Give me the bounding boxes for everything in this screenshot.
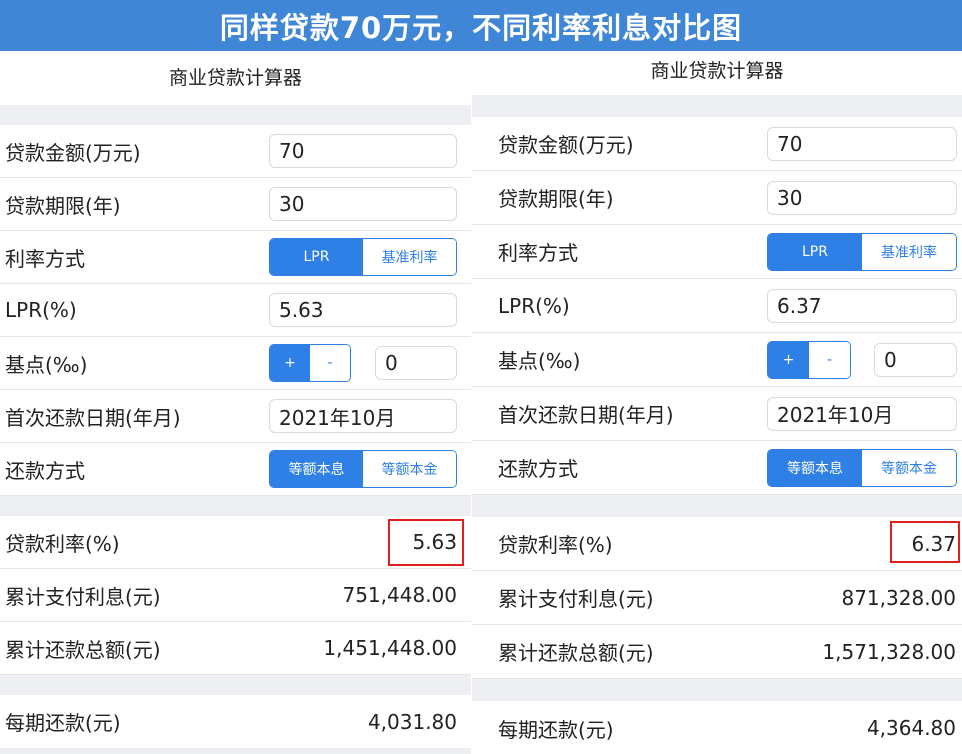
total-interest-row: 累计支付利息(元) 871,328.00	[472, 571, 962, 625]
rate-mode-lpr-option[interactable]: LPR	[270, 239, 363, 275]
calculator-title: 商业贷款计算器	[168, 67, 302, 89]
monthly-payment-row: 每期还款(元) 4,364.80	[472, 701, 962, 754]
result-rate-row: 贷款利率(%) 6.37	[472, 517, 962, 571]
result-rate-label: 贷款利率(%)	[5, 531, 120, 556]
loan-amount-label: 贷款金额(万元)	[5, 140, 141, 165]
calculator-title: 商业贷款计算器	[650, 60, 784, 82]
repay-method-row: 还款方式 等额本息 等额本金	[0, 443, 471, 496]
total-repayment-value: 1,571,328.00	[822, 639, 956, 664]
lpr-label: LPR(%)	[5, 298, 77, 322]
basis-points-input[interactable]: 0	[874, 342, 957, 377]
first-payment-label: 首次还款日期(年月)	[5, 405, 181, 430]
first-payment-row: 首次还款日期(年月) 2021年10月	[0, 390, 471, 443]
loan-term-input[interactable]: 30	[269, 187, 457, 221]
loan-amount-row: 贷款金额(万元) 70	[472, 117, 962, 171]
increment-button[interactable]: +	[270, 345, 310, 381]
repay-method-row: 还款方式 等额本息 等额本金	[472, 441, 962, 495]
first-payment-row: 首次还款日期(年月) 2021年10月	[472, 387, 962, 441]
rate-mode-toggle: LPR 基准利率	[269, 238, 457, 276]
lpr-input[interactable]: 5.63	[269, 293, 457, 327]
first-payment-label: 首次还款日期(年月)	[498, 403, 674, 427]
total-interest-label: 累计支付利息(元)	[5, 584, 161, 609]
total-interest-value: 871,328.00	[841, 585, 956, 610]
monthly-payment-label: 每期还款(元)	[5, 711, 121, 735]
total-repayment-value: 1,451,448.00	[323, 636, 457, 660]
calculator-panel-left: 商业贷款计算器 贷款金额(万元) 70 贷款期限(年) 30 利率方式 LPR …	[0, 51, 471, 754]
result-rate-row: 贷款利率(%) 5.63	[0, 516, 471, 569]
decrement-button[interactable]: -	[310, 345, 350, 381]
total-repayment-label: 累计还款总额(元)	[5, 637, 161, 662]
section-gap	[0, 675, 471, 695]
basis-points-row: 基点(‰) + - 0	[0, 337, 471, 390]
repay-method-toggle: 等额本息 等额本金	[767, 448, 957, 487]
rate-mode-toggle: LPR 基准利率	[767, 232, 957, 271]
basis-points-stepper: + -	[767, 340, 851, 379]
basis-points-input[interactable]: 0	[375, 346, 457, 380]
rate-mode-benchmark-option[interactable]: 基准利率	[363, 239, 456, 275]
rate-mode-row: 利率方式 LPR 基准利率	[0, 231, 471, 284]
loan-amount-input[interactable]: 70	[269, 134, 457, 168]
loan-term-row: 贷款期限(年) 30	[472, 171, 962, 225]
basis-points-row: 基点(‰) + - 0	[472, 333, 962, 387]
repay-method-label: 还款方式	[498, 457, 578, 481]
highlight-box	[890, 521, 960, 563]
repay-method-equal-principal-option[interactable]: 等额本金	[862, 449, 956, 486]
rate-mode-lpr-option[interactable]: LPR	[768, 233, 862, 270]
total-interest-value: 751,448.00	[342, 583, 457, 607]
repay-method-equal-installment-option[interactable]: 等额本息	[270, 451, 363, 487]
monthly-payment-value: 4,364.80	[866, 716, 956, 740]
lpr-row: LPR(%) 5.63	[0, 284, 471, 337]
total-interest-row: 累计支付利息(元) 751,448.00	[0, 569, 471, 622]
loan-amount-label: 贷款金额(万元)	[498, 133, 634, 157]
comparison-title-banner: 同样贷款70万元，不同利率利息对比图	[0, 0, 962, 51]
lpr-input[interactable]: 6.37	[767, 288, 957, 323]
comparison-title: 同样贷款70万元，不同利率利息对比图	[219, 10, 743, 45]
total-repayment-label: 累计还款总额(元)	[498, 641, 654, 665]
rate-mode-row: 利率方式 LPR 基准利率	[472, 225, 962, 279]
basis-points-label: 基点(‰)	[5, 352, 88, 377]
monthly-payment-row: 每期还款(元) 4,031.80	[0, 695, 471, 748]
rate-mode-label: 利率方式	[498, 241, 578, 265]
lpr-label: LPR(%)	[498, 293, 570, 318]
total-repayment-row: 累计还款总额(元) 1,451,448.00	[0, 622, 471, 675]
repay-method-equal-principal-option[interactable]: 等额本金	[363, 451, 456, 487]
section-gap	[472, 95, 962, 117]
section-gap	[0, 496, 471, 516]
repay-method-toggle: 等额本息 等额本金	[269, 450, 457, 488]
monthly-payment-value: 4,031.80	[367, 709, 457, 734]
section-gap	[0, 105, 471, 125]
section-gap	[0, 748, 471, 754]
loan-amount-input[interactable]: 70	[767, 126, 957, 161]
loan-amount-row: 贷款金额(万元) 70	[0, 125, 471, 178]
monthly-payment-label: 每期还款(元)	[498, 717, 614, 742]
calculator-panel-right: 商业贷款计算器 贷款金额(万元) 70 贷款期限(年) 30 利率方式 LPR …	[472, 51, 962, 754]
loan-term-input[interactable]: 30	[767, 180, 957, 215]
loan-term-label: 贷款期限(年)	[498, 187, 614, 211]
result-rate-label: 贷款利率(%)	[498, 533, 613, 557]
loan-term-label: 贷款期限(年)	[5, 193, 121, 218]
total-interest-label: 累计支付利息(元)	[498, 587, 654, 611]
decrement-button[interactable]: -	[809, 341, 850, 378]
repay-method-equal-installment-option[interactable]: 等额本息	[768, 449, 862, 486]
rate-mode-label: 利率方式	[5, 246, 85, 271]
basis-points-label: 基点(‰)	[498, 349, 581, 373]
lpr-row: LPR(%) 6.37	[472, 279, 962, 333]
highlight-box	[388, 519, 464, 566]
section-gap	[472, 495, 962, 517]
total-repayment-row: 累计还款总额(元) 1,571,328.00	[472, 625, 962, 679]
rate-mode-benchmark-option[interactable]: 基准利率	[862, 233, 956, 270]
increment-button[interactable]: +	[768, 341, 809, 378]
first-payment-input[interactable]: 2021年10月	[269, 399, 457, 433]
section-gap	[472, 679, 962, 701]
first-payment-input[interactable]: 2021年10月	[767, 396, 957, 431]
repay-method-label: 还款方式	[5, 458, 85, 483]
basis-points-stepper: + -	[269, 344, 351, 382]
loan-term-row: 贷款期限(年) 30	[0, 178, 471, 231]
